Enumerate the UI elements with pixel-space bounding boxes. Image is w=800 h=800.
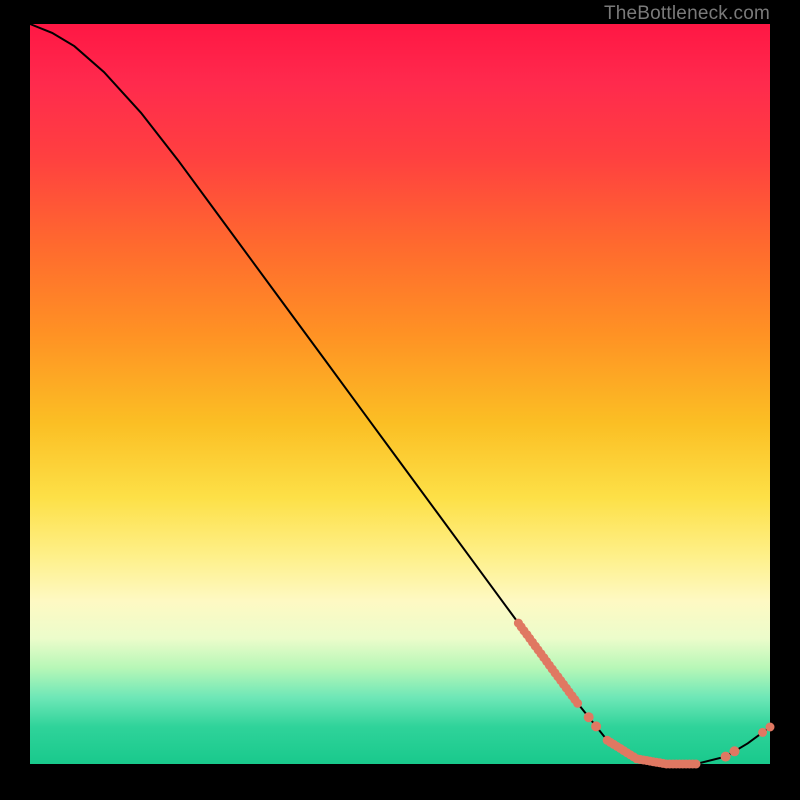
data-marker [573,699,582,708]
data-marker [766,723,775,732]
data-marker [591,721,601,731]
attribution-text: TheBottleneck.com [604,3,770,25]
data-marker [721,752,731,762]
data-marker [730,746,740,756]
bottleneck-curve [30,24,770,764]
plot-overlay [30,24,770,764]
chart-stage: TheBottleneck.com [0,0,800,800]
data-marker [584,712,594,722]
data-marker [758,728,767,737]
data-markers [514,619,775,769]
data-marker [692,760,701,769]
gradient-plot-area [30,24,770,764]
